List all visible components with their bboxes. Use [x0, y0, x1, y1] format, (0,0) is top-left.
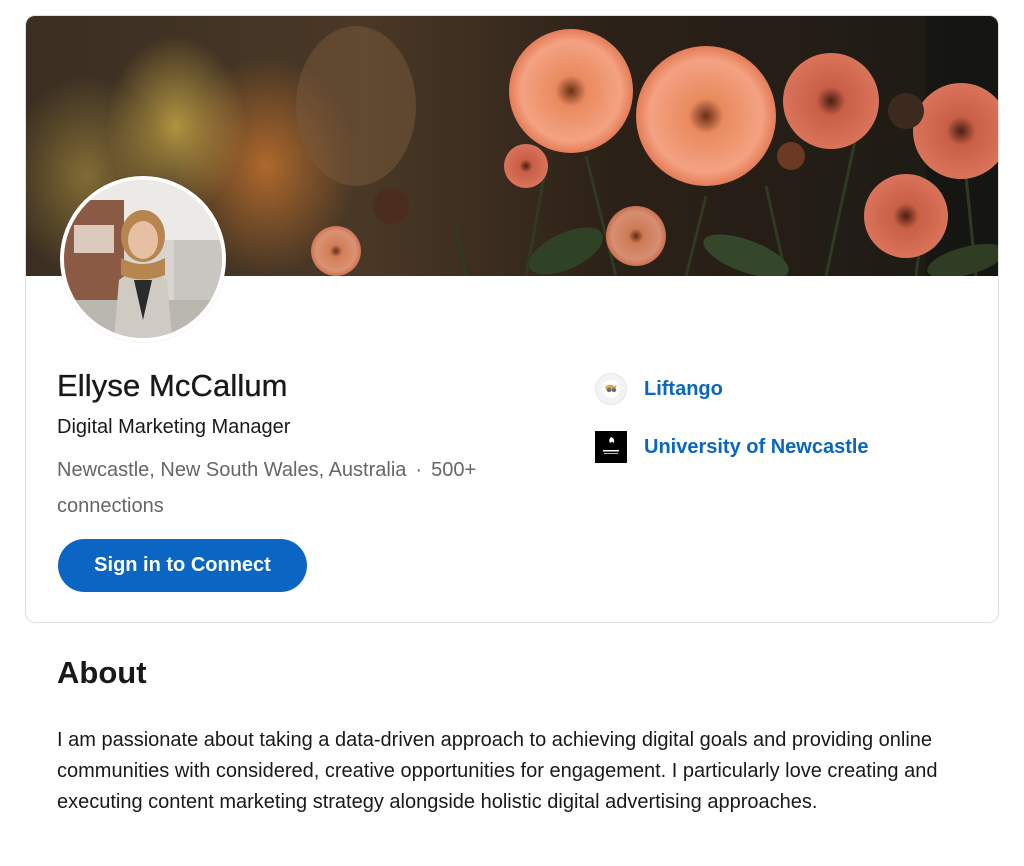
org-item-liftango[interactable]: Liftango: [595, 372, 723, 406]
profile-name: Ellyse McCallum: [57, 368, 288, 403]
profile-card: Ellyse McCallum Digital Marketing Manage…: [25, 15, 999, 623]
org-name-liftango[interactable]: Liftango: [644, 378, 723, 401]
profile-location-line: Newcastle, New South Wales, Australia · 50…: [57, 452, 537, 524]
sign-in-to-connect-button[interactable]: Sign in to Connect: [58, 539, 307, 592]
profile-photo: [60, 176, 226, 342]
university-of-newcastle-logo-icon: [595, 431, 627, 463]
org-name-university-of-newcastle[interactable]: University of Newcastle: [644, 436, 869, 459]
liftango-logo-icon: [595, 373, 627, 405]
org-item-university-of-newcastle[interactable]: University of Newcastle: [595, 430, 869, 464]
about-text: I am passionate about taking a data-driv…: [57, 729, 938, 813]
separator-dot: ·: [415, 459, 423, 481]
profile-location: Newcastle, New South Wales, Australia: [57, 459, 407, 481]
about-heading: About: [57, 655, 147, 690]
profile-headline: Digital Marketing Manager: [57, 416, 291, 438]
